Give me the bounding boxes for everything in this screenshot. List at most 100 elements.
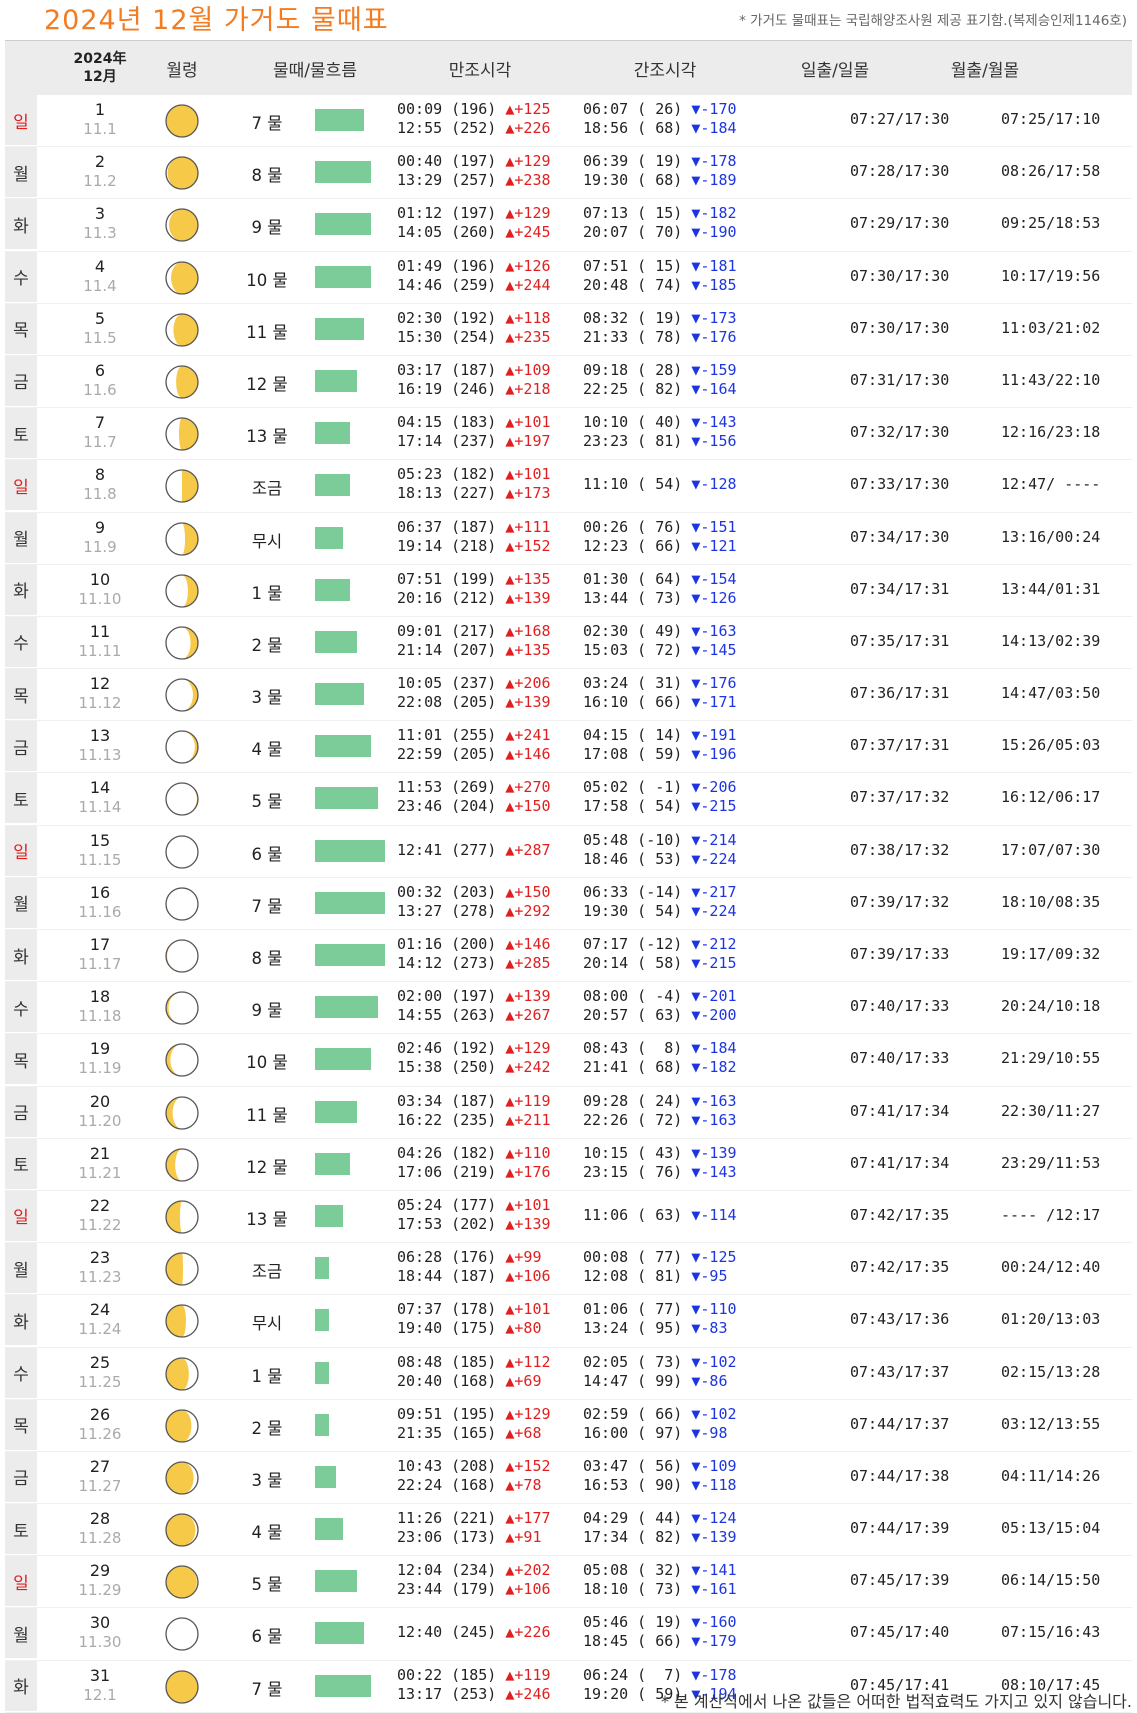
low-tide-line: 05:08 ( 32) ▼-141	[583, 1561, 737, 1579]
table-row: 수 4 11.4 10 물 01:49 (196) ▲+126 14:46 (259) ▲…	[5, 251, 1132, 304]
day-of-week: 금	[5, 1086, 37, 1137]
tide-phase-label: 6 물	[251, 1627, 283, 1647]
fall-arrow-icon: ▼	[682, 517, 701, 536]
moon-phase-icon	[163, 1563, 201, 1601]
solar-date: 2	[94, 152, 106, 172]
high-tide-time: 12:55 (252)	[397, 119, 497, 137]
table-row: 토 28 11.28 4 물 11:26 (221) ▲+177 23:06 (173) …	[5, 1504, 1132, 1557]
fall-arrow-icon: ▼	[682, 432, 701, 451]
high-tide-change: +235	[514, 327, 551, 346]
low-tide-line: 13:24 ( 95) ▼-83	[583, 1319, 728, 1337]
rise-arrow-icon: ▲	[496, 413, 515, 432]
high-tide-time: 05:24 (177)	[397, 1195, 497, 1214]
table-row: 일 15 11.15 6 물 12:41 (277) ▲+287 05:48 (-10) …	[5, 825, 1132, 878]
table-row: 일 29 11.29 5 물 12:04 (234) ▲+202 23:44 (179) …	[5, 1556, 1132, 1609]
high-tide-time: 17:53 (202)	[397, 1214, 497, 1233]
tide-flow-bar	[315, 578, 350, 601]
table-row: 월 9 11.9 무시 06:37 (187) ▲+111 19:14 (218) ▲+1…	[5, 512, 1132, 565]
solar-date: 15	[89, 830, 111, 850]
high-tide-change: +101	[514, 1300, 551, 1319]
fall-arrow-icon: ▼	[682, 1267, 701, 1286]
tide-phase-label: 4 물	[251, 740, 283, 760]
high-tide-line: 18:44 (187) ▲+106	[397, 1267, 551, 1285]
high-tide-change: +139	[514, 987, 551, 1006]
rise-arrow-icon: ▲	[496, 987, 515, 1006]
high-tide-change: +91	[514, 1528, 542, 1547]
low-tide-line: 02:30 ( 49) ▼-163	[583, 622, 737, 640]
high-tide-line: 13:29 (257) ▲+238	[397, 171, 551, 189]
rise-arrow-icon: ▲	[496, 1058, 515, 1077]
high-tide-change: +129	[514, 152, 551, 171]
low-tide-line: 02:59 ( 66) ▼-102	[583, 1405, 737, 1423]
moonrise-moonset: 22:30/11:27	[1001, 1101, 1101, 1120]
low-tide-time: 06:07 ( 26)	[583, 100, 683, 118]
day-of-week: 목	[5, 1399, 37, 1450]
high-tide-change: +139	[514, 693, 551, 712]
sunrise-sunset: 07:32/17:30	[850, 423, 950, 442]
day-of-week: 목	[5, 303, 37, 354]
fall-arrow-icon: ▼	[682, 1091, 701, 1110]
high-tide-change: +197	[514, 432, 551, 451]
high-tide-line: 09:51 (195) ▲+129	[397, 1405, 551, 1423]
rise-arrow-icon: ▲	[496, 1300, 515, 1319]
tide-phase-label: 2 물	[251, 1418, 283, 1438]
sunrise-sunset: 07:34/17:31	[850, 579, 950, 598]
high-tide-time: 06:37 (187)	[397, 517, 497, 536]
low-tide-change: -86	[700, 1371, 728, 1390]
moon-phase-icon	[163, 676, 201, 714]
moonrise-moonset: 05:13/15:04	[1001, 1519, 1101, 1538]
high-tide-change: +218	[514, 379, 551, 398]
table-row: 월 30 11.30 6 물 12:40 (245) ▲+226 05:46 ( 19) …	[5, 1608, 1132, 1661]
solar-date: 25	[89, 1352, 111, 1372]
high-tide-line: 05:24 (177) ▲+101	[397, 1196, 551, 1214]
tide-phase-label: 7 물	[251, 1679, 283, 1699]
fall-arrow-icon: ▼	[682, 1528, 701, 1547]
high-tide-time: 00:32 (203)	[397, 882, 497, 901]
fall-arrow-icon: ▼	[682, 360, 701, 379]
high-tide-change: +202	[514, 1561, 551, 1580]
low-tide-time: 13:24 ( 95)	[583, 1319, 683, 1338]
sunrise-sunset: 07:41/17:34	[850, 1101, 950, 1120]
day-of-week: 목	[5, 1034, 37, 1085]
solar-date: 27	[89, 1456, 111, 1476]
low-tide-time: 12:23 ( 66)	[583, 536, 683, 555]
table-row: 수 11 11.11 2 물 09:01 (217) ▲+168 21:14 (207) …	[5, 616, 1132, 670]
fall-arrow-icon: ▼	[682, 882, 701, 901]
solar-date: 1	[94, 100, 106, 119]
solar-date: 28	[89, 1509, 111, 1529]
tide-flow-bar	[315, 109, 364, 131]
high-tide-change: +101	[514, 465, 551, 484]
high-tide-change: +118	[514, 308, 551, 327]
tide-phase-label: 5 물	[251, 1575, 283, 1595]
high-tide-time: 10:43 (208)	[397, 1456, 497, 1475]
low-tide-change: -164	[700, 379, 737, 398]
low-tide-time: 20:57 ( 63)	[583, 1006, 683, 1025]
rise-arrow-icon: ▲	[496, 778, 515, 797]
low-tide-line: 18:46 ( 53) ▼-224	[583, 850, 737, 868]
low-tide-line: 08:43 ( 8) ▼-184	[583, 1039, 737, 1057]
high-tide-line: 20:40 (168) ▲+69	[397, 1372, 542, 1390]
tide-phase-label: 11 물	[246, 322, 288, 342]
low-tide-time: 23:15 ( 76)	[583, 1162, 683, 1181]
low-tide-line: 12:08 ( 81) ▼-95	[583, 1267, 728, 1285]
low-tide-time: 16:10 ( 66)	[583, 693, 683, 712]
moonrise-moonset: 01:20/13:03	[1001, 1310, 1101, 1329]
high-tide-line: 21:14 (207) ▲+135	[397, 641, 551, 659]
high-tide-line: 17:14 (237) ▲+197	[397, 432, 551, 450]
moon-phase-icon	[163, 1302, 201, 1340]
tide-flow-bar	[315, 630, 357, 653]
rise-arrow-icon: ▲	[496, 1580, 515, 1599]
fall-arrow-icon: ▼	[682, 1371, 701, 1390]
high-tide-line: 13:27 (278) ▲+292	[397, 902, 551, 920]
day-of-week: 월	[5, 512, 37, 563]
high-tide-time: 14:05 (260)	[397, 223, 497, 242]
low-tide-time: 21:41 ( 68)	[583, 1058, 683, 1077]
low-tide-time: 01:06 ( 77)	[583, 1300, 683, 1319]
fall-arrow-icon: ▼	[682, 327, 701, 346]
day-of-week: 수	[5, 982, 37, 1033]
sunrise-sunset: 07:44/17:39	[850, 1519, 950, 1538]
rise-arrow-icon: ▲	[496, 1528, 515, 1547]
table-row: 수 25 11.25 1 물 08:48 (185) ▲+112 20:40 (168) …	[5, 1347, 1132, 1400]
high-tide-change: +112	[514, 1352, 551, 1371]
fall-arrow-icon: ▼	[682, 1248, 701, 1267]
